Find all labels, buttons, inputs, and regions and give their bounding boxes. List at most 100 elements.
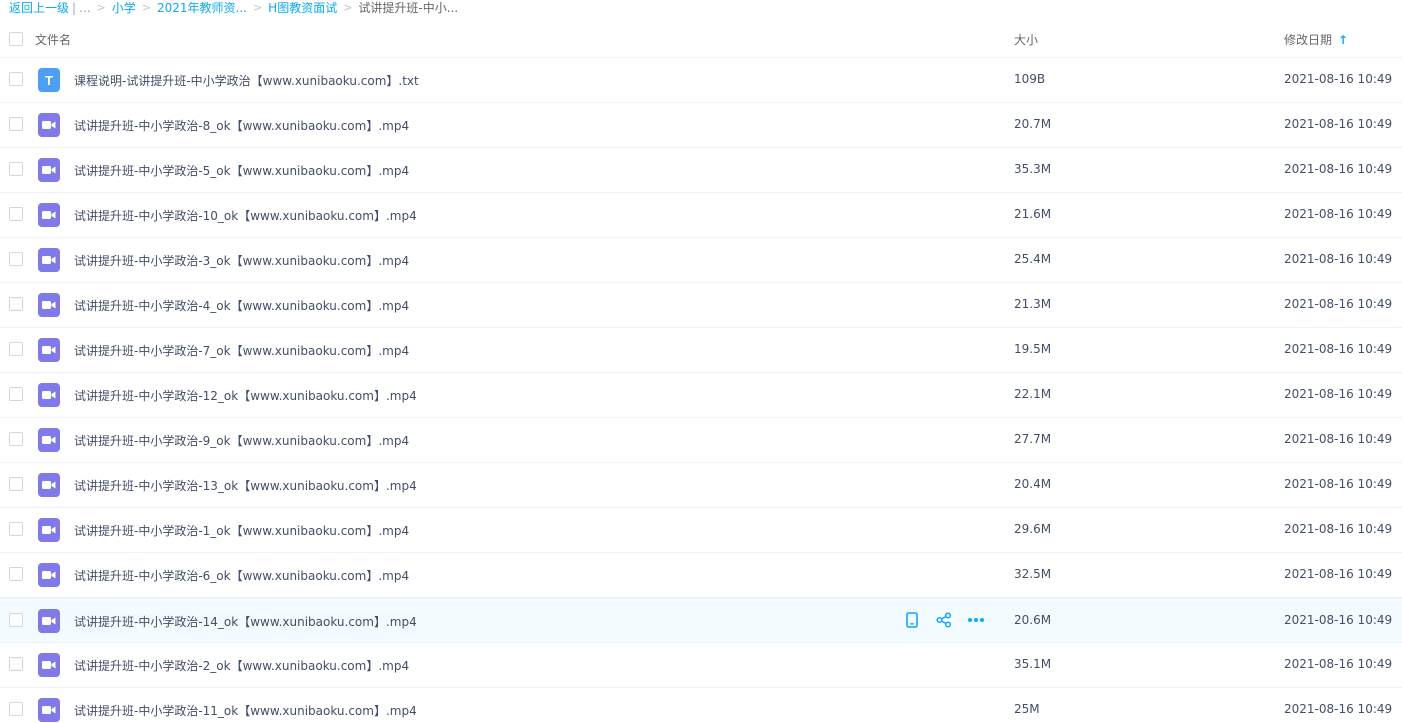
breadcrumb-ellipsis[interactable]: ... xyxy=(79,0,90,16)
more-icon[interactable] xyxy=(967,611,985,629)
chevron-right-icon: > xyxy=(96,1,106,14)
video-file-icon xyxy=(38,653,60,677)
breadcrumb-item-primary[interactable]: 小学 xyxy=(112,0,136,16)
chevron-right-icon: > xyxy=(343,1,353,14)
video-file-icon xyxy=(38,698,60,722)
breadcrumb-item-interview[interactable]: H图教资面试 xyxy=(268,0,337,16)
breadcrumb-item-teacher[interactable]: 2021年教师资... xyxy=(157,0,247,16)
file-date: 2021-08-16 10:49 xyxy=(1284,657,1393,671)
file-row[interactable]: 试讲提升班-中小学政治-4_ok【www.xunibaoku.com】.mp4 … xyxy=(0,283,1402,328)
file-date: 2021-08-16 10:49 xyxy=(1284,387,1393,401)
row-checkbox[interactable] xyxy=(9,342,23,356)
video-file-icon xyxy=(38,248,60,272)
video-file-icon xyxy=(38,609,60,633)
file-date: 2021-08-16 10:49 xyxy=(1284,342,1393,356)
file-row[interactable]: 试讲提升班-中小学政治-5_ok【www.xunibaoku.com】.mp4 … xyxy=(0,148,1402,193)
share-icon[interactable] xyxy=(935,611,953,629)
breadcrumb-separator: | xyxy=(72,1,77,15)
file-size: 22.1M xyxy=(1014,387,1052,401)
video-file-icon xyxy=(38,563,60,587)
file-name[interactable]: 试讲提升班-中小学政治-2_ok【www.xunibaoku.com】.mp4 xyxy=(74,657,409,674)
file-size: 27.7M xyxy=(1014,432,1052,446)
file-row[interactable]: 试讲提升班-中小学政治-12_ok【www.xunibaoku.com】.mp4… xyxy=(0,373,1402,418)
row-checkbox[interactable] xyxy=(9,702,23,716)
row-checkbox[interactable] xyxy=(9,297,23,311)
column-header-name[interactable]: 文件名 xyxy=(35,31,71,48)
file-name[interactable]: 试讲提升班-中小学政治-13_ok【www.xunibaoku.com】.mp4 xyxy=(74,477,417,494)
file-size: 25M xyxy=(1014,702,1040,716)
file-size: 20.6M xyxy=(1014,613,1052,627)
row-checkbox[interactable] xyxy=(9,567,23,581)
file-row[interactable]: 试讲提升班-中小学政治-7_ok【www.xunibaoku.com】.mp4 … xyxy=(0,328,1402,373)
file-size: 29.6M xyxy=(1014,522,1052,536)
file-date: 2021-08-16 10:49 xyxy=(1284,702,1393,716)
file-size: 35.3M xyxy=(1014,162,1052,176)
file-name[interactable]: 试讲提升班-中小学政治-9_ok【www.xunibaoku.com】.mp4 xyxy=(74,432,409,449)
file-row[interactable]: T 课程说明-试讲提升班-中小学政治【www.xunibaoku.com】.tx… xyxy=(0,58,1402,103)
sort-ascending-icon: ↑ xyxy=(1338,32,1349,47)
file-date: 2021-08-16 10:49 xyxy=(1284,477,1393,491)
row-checkbox[interactable] xyxy=(9,477,23,491)
video-file-icon xyxy=(38,113,60,137)
file-name[interactable]: 试讲提升班-中小学政治-10_ok【www.xunibaoku.com】.mp4 xyxy=(74,207,417,224)
file-name[interactable]: 试讲提升班-中小学政治-14_ok【www.xunibaoku.com】.mp4 xyxy=(74,613,417,630)
file-name[interactable]: 试讲提升班-中小学政治-11_ok【www.xunibaoku.com】.mp4 xyxy=(74,702,417,719)
file-date: 2021-08-16 10:49 xyxy=(1284,72,1393,86)
row-actions xyxy=(903,611,999,629)
file-row[interactable]: 试讲提升班-中小学政治-10_ok【www.xunibaoku.com】.mp4… xyxy=(0,193,1402,238)
file-size: 19.5M xyxy=(1014,342,1052,356)
file-row[interactable]: 试讲提升班-中小学政治-6_ok【www.xunibaoku.com】.mp4 … xyxy=(0,553,1402,598)
row-checkbox[interactable] xyxy=(9,387,23,401)
column-header-date[interactable]: 修改日期 ↑ xyxy=(1284,31,1348,48)
file-size: 35.1M xyxy=(1014,657,1052,671)
file-name[interactable]: 试讲提升班-中小学政治-3_ok【www.xunibaoku.com】.mp4 xyxy=(74,252,409,269)
file-row[interactable]: 试讲提升班-中小学政治-9_ok【www.xunibaoku.com】.mp4 … xyxy=(0,418,1402,463)
file-row[interactable]: 试讲提升班-中小学政治-3_ok【www.xunibaoku.com】.mp4 … xyxy=(0,238,1402,283)
file-list: T 课程说明-试讲提升班-中小学政治【www.xunibaoku.com】.tx… xyxy=(0,58,1402,723)
file-name[interactable]: 试讲提升班-中小学政治-4_ok【www.xunibaoku.com】.mp4 xyxy=(74,297,409,314)
file-name[interactable]: 试讲提升班-中小学政治-12_ok【www.xunibaoku.com】.mp4 xyxy=(74,387,417,404)
file-row[interactable]: 试讲提升班-中小学政治-14_ok【www.xunibaoku.com】.mp4… xyxy=(0,598,1402,643)
back-link[interactable]: 返回上一级 xyxy=(9,0,69,16)
row-checkbox[interactable] xyxy=(9,657,23,671)
row-checkbox[interactable] xyxy=(9,162,23,176)
row-checkbox[interactable] xyxy=(9,117,23,131)
video-file-icon xyxy=(38,203,60,227)
row-checkbox[interactable] xyxy=(9,252,23,266)
file-name[interactable]: 试讲提升班-中小学政治-8_ok【www.xunibaoku.com】.mp4 xyxy=(74,117,409,134)
video-file-icon xyxy=(38,158,60,182)
row-checkbox[interactable] xyxy=(9,613,23,627)
video-file-icon xyxy=(38,293,60,317)
file-date: 2021-08-16 10:49 xyxy=(1284,252,1393,266)
file-row[interactable]: 试讲提升班-中小学政治-1_ok【www.xunibaoku.com】.mp4 … xyxy=(0,508,1402,553)
file-date: 2021-08-16 10:49 xyxy=(1284,162,1393,176)
row-checkbox[interactable] xyxy=(9,522,23,536)
file-date: 2021-08-16 10:49 xyxy=(1284,567,1393,581)
text-file-icon: T xyxy=(38,68,60,92)
file-name[interactable]: 课程说明-试讲提升班-中小学政治【www.xunibaoku.com】.txt xyxy=(74,72,419,89)
list-header: 文件名 大小 修改日期 ↑ xyxy=(0,18,1402,58)
file-row[interactable]: 试讲提升班-中小学政治-2_ok【www.xunibaoku.com】.mp4 … xyxy=(0,643,1402,688)
file-size: 21.3M xyxy=(1014,297,1052,311)
file-name[interactable]: 试讲提升班-中小学政治-7_ok【www.xunibaoku.com】.mp4 xyxy=(74,342,409,359)
file-name[interactable]: 试讲提升班-中小学政治-6_ok【www.xunibaoku.com】.mp4 xyxy=(74,567,409,584)
file-size: 32.5M xyxy=(1014,567,1052,581)
select-all-checkbox[interactable] xyxy=(9,32,23,46)
file-date: 2021-08-16 10:49 xyxy=(1284,522,1393,536)
file-date: 2021-08-16 10:49 xyxy=(1284,613,1393,627)
file-row[interactable]: 试讲提升班-中小学政治-13_ok【www.xunibaoku.com】.mp4… xyxy=(0,463,1402,508)
row-checkbox[interactable] xyxy=(9,207,23,221)
row-checkbox[interactable] xyxy=(9,432,23,446)
file-row[interactable]: 试讲提升班-中小学政治-11_ok【www.xunibaoku.com】.mp4… xyxy=(0,688,1402,723)
file-size: 20.7M xyxy=(1014,117,1052,131)
column-header-size[interactable]: 大小 xyxy=(1014,31,1038,48)
file-name[interactable]: 试讲提升班-中小学政治-1_ok【www.xunibaoku.com】.mp4 xyxy=(74,522,409,539)
file-row[interactable]: 试讲提升班-中小学政治-8_ok【www.xunibaoku.com】.mp4 … xyxy=(0,103,1402,148)
video-file-icon xyxy=(38,518,60,542)
breadcrumb: 返回上一级 | ... > 小学 > 2021年教师资... > H图教资面试 … xyxy=(9,0,458,16)
file-date: 2021-08-16 10:49 xyxy=(1284,207,1393,221)
video-file-icon xyxy=(38,473,60,497)
row-checkbox[interactable] xyxy=(9,72,23,86)
phone-icon[interactable] xyxy=(903,611,921,629)
file-name[interactable]: 试讲提升班-中小学政治-5_ok【www.xunibaoku.com】.mp4 xyxy=(74,162,409,179)
